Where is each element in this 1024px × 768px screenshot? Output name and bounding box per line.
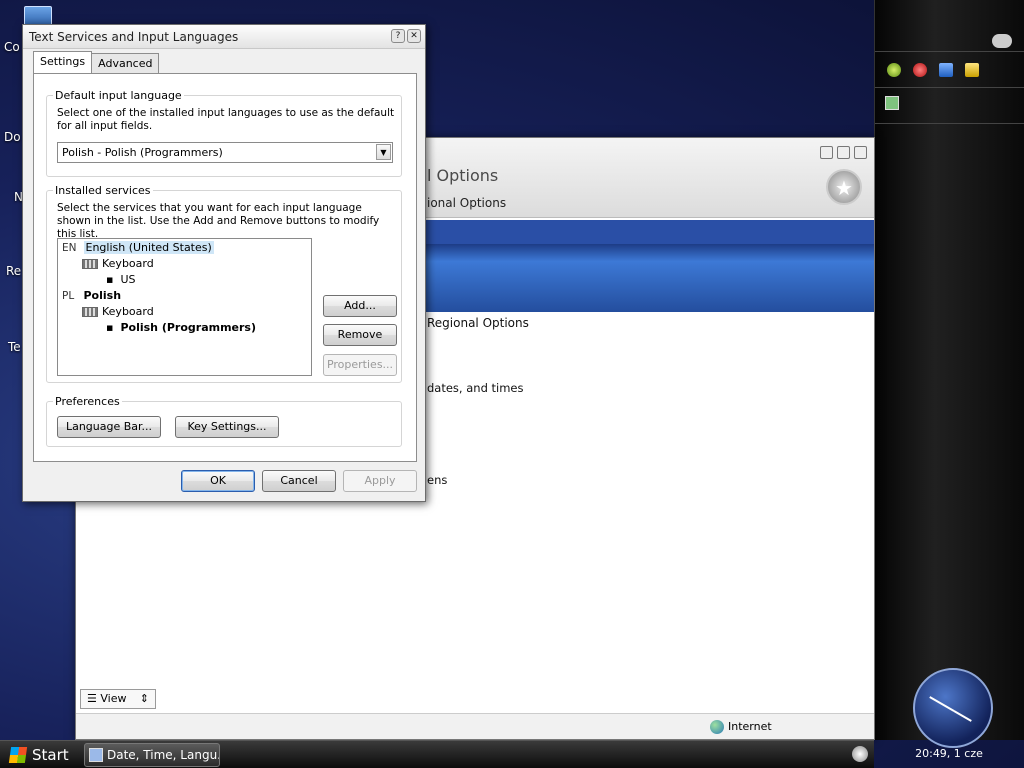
minimize-button[interactable] xyxy=(820,146,833,159)
ok-button[interactable]: OK xyxy=(181,470,255,492)
tree-item-polish[interactable]: PL Polish xyxy=(62,289,121,302)
chat-bubble-icon[interactable] xyxy=(992,34,1012,48)
properties-button[interactable]: Properties... xyxy=(323,354,397,376)
tree-label: Keyboard xyxy=(102,257,154,270)
start-button[interactable]: Start xyxy=(4,743,77,767)
apply-button[interactable]: Apply xyxy=(343,470,417,492)
clock-gadget-icon[interactable] xyxy=(913,668,993,748)
star-icon: ★ xyxy=(826,169,862,205)
dialog-title: Text Services and Input Languages xyxy=(29,30,239,44)
desktop-icon-label: Co xyxy=(4,40,20,54)
group-caption: Installed services xyxy=(53,184,153,197)
lang-code: PL xyxy=(62,290,75,302)
text-services-dialog: Text Services and Input Languages ? ✕ Se… xyxy=(22,24,426,502)
sidebar-tray xyxy=(875,88,1024,124)
close-button[interactable]: ✕ xyxy=(407,29,421,43)
clock-minute-hand xyxy=(929,696,955,712)
tree-item-english[interactable]: EN English (United States) xyxy=(62,241,214,254)
regional-options-link[interactable]: Regional Options xyxy=(427,316,529,330)
tab-settings[interactable]: Settings xyxy=(33,51,93,73)
chevron-down-icon[interactable]: ▼ xyxy=(376,144,391,160)
sidebar-header xyxy=(875,0,1024,52)
view-button[interactable]: ☰ View ⇕ xyxy=(80,689,156,709)
language-bar-button[interactable]: Language Bar... xyxy=(57,416,161,438)
lang-name: English (United States) xyxy=(83,241,214,254)
quick-launch xyxy=(875,52,1024,88)
internet-globe-icon xyxy=(710,720,724,734)
services-tree[interactable]: EN English (United States) Keyboard ▪ US… xyxy=(57,238,312,376)
default-language-group: Default input language Select one of the… xyxy=(46,89,402,177)
group-description: Select one of the installed input langua… xyxy=(57,107,395,132)
lang-name: Polish xyxy=(83,289,122,302)
key-settings-button[interactable]: Key Settings... xyxy=(175,416,279,438)
view-label: View xyxy=(100,692,127,705)
window-title: l Options xyxy=(427,166,499,185)
dates-times-link[interactable]: dates, and times xyxy=(427,381,524,395)
bullet-icon: ▪ xyxy=(106,273,121,286)
desktop-icon-label[interactable]: Te xyxy=(8,340,21,354)
tree-item-layout[interactable]: ▪ US xyxy=(106,273,136,286)
options-link[interactable]: ens xyxy=(427,473,447,487)
bullet-icon: ▪ xyxy=(106,321,121,334)
start-label: Start xyxy=(32,746,69,764)
status-bar: Internet xyxy=(76,713,874,739)
preferences-group: Preferences Language Bar... Key Settings… xyxy=(46,395,402,447)
settings-panel: Default input language Select one of the… xyxy=(33,73,417,462)
list-view-icon: ☰ xyxy=(87,692,97,705)
window-subtitle[interactable]: ional Options xyxy=(427,196,506,210)
help-button[interactable]: ? xyxy=(391,29,405,43)
opera-icon[interactable] xyxy=(913,62,927,77)
selected-language: Polish - Polish (Programmers) xyxy=(62,146,223,159)
default-language-select[interactable]: Polish - Polish (Programmers) ▼ xyxy=(57,142,393,163)
tree-item-keyboard[interactable]: Keyboard xyxy=(82,305,154,318)
tab-advanced[interactable]: Advanced xyxy=(91,53,160,73)
keyboard-icon xyxy=(82,307,98,317)
group-caption: Default input language xyxy=(53,89,184,102)
desktop-icon-label[interactable]: Do xyxy=(4,130,21,144)
tab-strip: Settings Advanced xyxy=(33,51,160,73)
tree-label: Keyboard xyxy=(102,305,154,318)
taskbar: Start Date, Time, Langu... xyxy=(0,740,874,768)
task-label: Date, Time, Langu... xyxy=(107,748,220,762)
windows-sidebar xyxy=(874,0,1024,748)
add-button[interactable]: Add... xyxy=(323,295,397,317)
control-panel-icon xyxy=(89,748,103,762)
windows-logo-icon xyxy=(8,747,28,763)
clock-hour-hand xyxy=(953,710,972,722)
desktop-icon[interactable] xyxy=(939,62,953,77)
security-check-icon[interactable] xyxy=(885,96,899,110)
taskbar-item-regional-options[interactable]: Date, Time, Langu... xyxy=(84,743,220,767)
view-stepper-icon: ⇕ xyxy=(139,692,149,705)
tree-item-keyboard[interactable]: Keyboard xyxy=(82,257,154,270)
close-button[interactable] xyxy=(854,146,867,159)
desktop-icon-label[interactable]: Re xyxy=(6,264,21,278)
group-caption: Preferences xyxy=(53,395,122,408)
group-description: Select the services that you want for ea… xyxy=(57,202,380,240)
installed-services-group: Installed services Select the services t… xyxy=(46,184,402,383)
clock-text: 20:49, 1 cze xyxy=(915,747,983,760)
cancel-button[interactable]: Cancel xyxy=(262,470,336,492)
dialog-title-bar[interactable]: Text Services and Input Languages ? ✕ xyxy=(23,25,425,49)
security-zone: Internet xyxy=(728,720,772,733)
tree-item-layout[interactable]: ▪ Polish (Programmers) xyxy=(106,321,256,334)
lang-code: EN xyxy=(62,242,77,254)
maximize-button[interactable] xyxy=(837,146,850,159)
sidebar-toggle-icon[interactable] xyxy=(852,746,868,762)
remove-button[interactable]: Remove xyxy=(323,324,397,346)
tree-label: US xyxy=(120,273,136,286)
notes-icon[interactable] xyxy=(965,62,979,77)
gadget-green-icon[interactable] xyxy=(887,62,901,77)
tree-label: Polish (Programmers) xyxy=(120,321,256,334)
keyboard-icon xyxy=(82,259,98,269)
